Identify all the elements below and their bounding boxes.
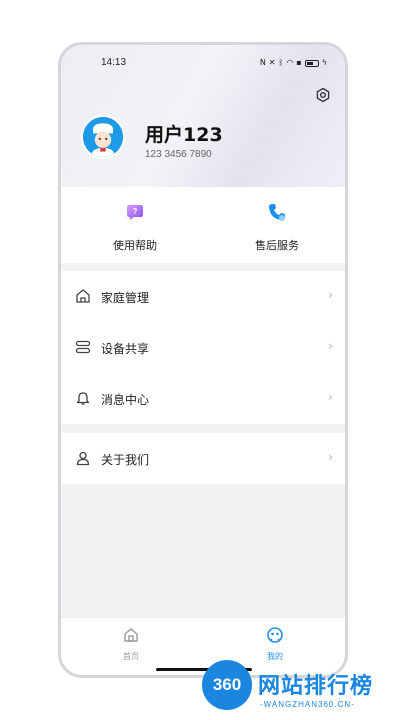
chevron-right-icon: ›	[328, 339, 333, 353]
quick-actions: ? 使用帮助 售后服务	[61, 187, 345, 263]
menu-item-family[interactable]: 家庭管理 ›	[61, 271, 345, 322]
username: 用户123	[145, 124, 223, 146]
settings-gear-icon[interactable]	[315, 87, 331, 103]
menu-item-about[interactable]: 关于我们 ›	[61, 433, 345, 484]
nfc-icon: N	[259, 58, 266, 67]
menu-group-about: 关于我们 ›	[61, 433, 345, 484]
home-tab-icon	[124, 628, 138, 642]
avatar[interactable]	[81, 115, 125, 159]
chevron-right-icon: ›	[328, 390, 333, 404]
status-icons: N ✕ ᛒ ◠ ▪ ϟ	[260, 58, 327, 68]
watermark-badge: 360	[202, 660, 252, 710]
menu-item-label: 关于我们	[101, 453, 150, 467]
bell-icon	[76, 392, 90, 405]
phone-service-icon	[269, 204, 285, 221]
menu-item-device-share[interactable]: 设备共享 ›	[61, 322, 345, 373]
chevron-right-icon: ›	[328, 288, 333, 302]
mute-icon: ✕	[268, 58, 276, 67]
person-icon	[76, 451, 90, 466]
bluetooth-icon: ᛒ	[278, 58, 284, 67]
chevron-right-icon: ›	[328, 450, 333, 464]
phone-frame: 14:13 N ✕ ᛒ ◠ ▪ ϟ 用户123 123 3456 7890 ? …	[58, 42, 348, 678]
watermark-subtitle: -WANGZHAN360.CN-	[260, 700, 355, 709]
menu-item-label: 消息中心	[101, 393, 150, 407]
wifi-icon: ◠	[286, 58, 294, 67]
avatar-chef-icon	[83, 117, 123, 157]
status-time: 14:13	[101, 57, 127, 68]
charging-icon: ϟ	[321, 58, 327, 67]
phone-number: 123 3456 7890	[145, 149, 212, 160]
robot-face-icon	[267, 627, 283, 643]
tab-home[interactable]: 首页	[101, 626, 161, 662]
home-icon	[76, 289, 90, 303]
help-icon: ?	[127, 205, 143, 220]
tab-home-label: 首页	[123, 652, 139, 661]
menu-item-label: 设备共享	[101, 342, 150, 356]
battery-icon	[304, 59, 319, 67]
menu-group-main: 家庭管理 › 设备共享 › 消息中心 ›	[61, 271, 345, 424]
device-share-icon	[75, 340, 91, 354]
status-bar: 14:13 N ✕ ᛒ ◠ ▪ ϟ	[61, 57, 345, 71]
after-sales-action[interactable]: 售后服务	[227, 201, 327, 253]
menu-item-messages[interactable]: 消息中心 ›	[61, 373, 345, 424]
watermark: 360 网站排行榜 -WANGZHAN360.CN-	[196, 660, 401, 718]
stage: 14:13 N ✕ ᛒ ◠ ▪ ϟ 用户123 123 3456 7890 ? …	[0, 0, 405, 720]
help-action[interactable]: ? 使用帮助	[85, 201, 185, 253]
profile-header: 14:13 N ✕ ᛒ ◠ ▪ ϟ 用户123 123 3456 7890	[61, 45, 345, 187]
tab-mine[interactable]: 我的	[245, 626, 305, 662]
sim-icon: ▪	[296, 58, 302, 67]
svg-text:?: ?	[133, 207, 138, 216]
help-label: 使用帮助	[113, 239, 157, 252]
menu-item-label: 家庭管理	[101, 291, 150, 305]
watermark-title: 网站排行榜	[258, 674, 374, 699]
after-sales-label: 售后服务	[255, 239, 299, 252]
